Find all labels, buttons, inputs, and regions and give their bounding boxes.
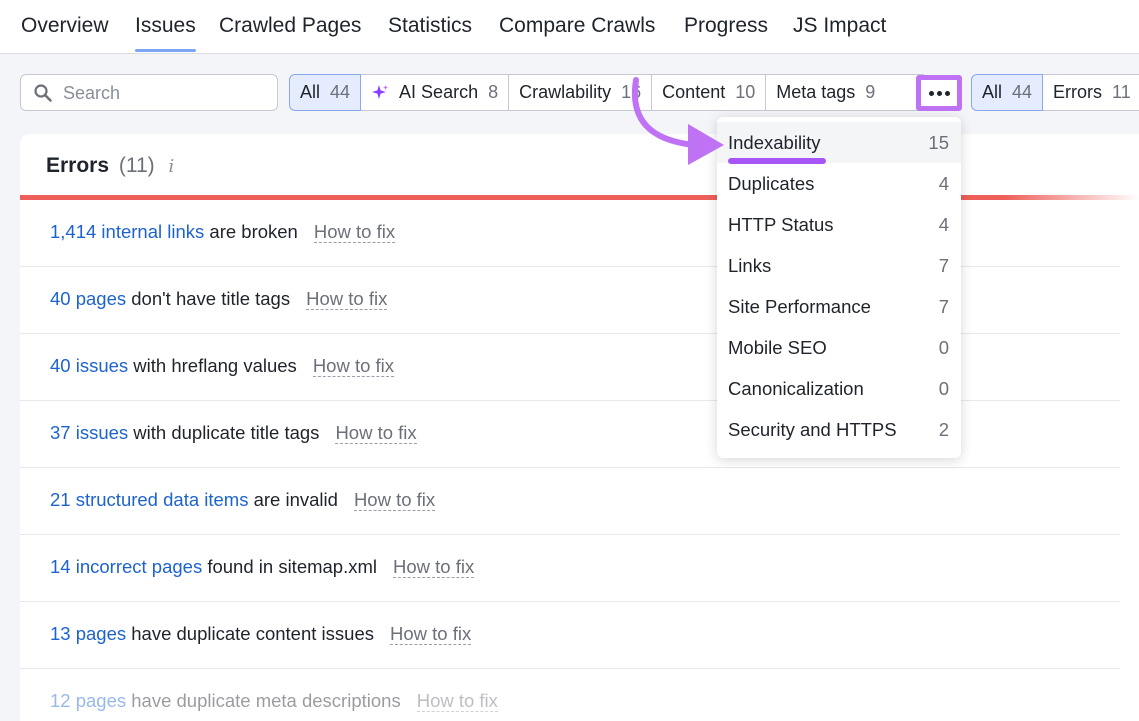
tab-issues[interactable]: Issues	[135, 14, 196, 52]
dropdown-item-indexability[interactable]: Indexability 15	[717, 122, 961, 164]
errors-card: Errors (11) i 1,414 internal links are b…	[20, 134, 1139, 721]
dropdown-item-count: 4	[938, 214, 949, 235]
issue-link[interactable]: 21 structured data items	[50, 489, 248, 510]
issue-link[interactable]: 1,414 internal links	[50, 221, 204, 242]
sparkle-icon	[372, 84, 389, 99]
errors-title: Errors (11) i	[46, 154, 174, 178]
issue-text: with hreflang values	[128, 355, 297, 376]
filter-ai-search[interactable]: AI Search 8	[361, 74, 510, 111]
more-filters-button[interactable]	[916, 75, 962, 111]
issue-text: are invalid	[248, 489, 338, 510]
info-icon[interactable]: i	[169, 156, 175, 177]
dropdown-item-count: 0	[938, 337, 949, 358]
top-nav: Overview Issues Crawled Pages Statistics…	[0, 0, 1139, 54]
dropdown-item-canonicalization[interactable]: Canonicalization 0	[717, 368, 961, 409]
error-row: 13 pages have duplicate content issues Ho…	[20, 602, 1120, 669]
filter-content-count: 10	[735, 82, 756, 102]
dropdown-item-count: 7	[938, 255, 949, 276]
filter-content-label: Content	[662, 82, 726, 102]
dropdown-item-label: Security and HTTPS	[728, 419, 897, 440]
dropdown-item-label: Site Performance	[728, 296, 871, 317]
dropdown-item-site-performance[interactable]: Site Performance 7	[717, 286, 961, 327]
issue-link[interactable]: 37 issues	[50, 422, 128, 443]
how-to-fix-link[interactable]: How to fix	[416, 690, 498, 712]
filter-content[interactable]: Content 10	[652, 74, 767, 111]
issue-link[interactable]: 14 incorrect pages	[50, 556, 202, 577]
issue-text: with duplicate title tags	[128, 422, 320, 443]
issue-text: have duplicate content issues	[126, 623, 374, 644]
filter-ai-search-label: AI Search	[399, 82, 479, 102]
search-icon	[34, 84, 52, 102]
dropdown-item-http-status[interactable]: HTTP Status 4	[717, 204, 961, 245]
severity-errors-count: 11	[1112, 82, 1131, 102]
filter-crawlability-count: 16	[621, 82, 642, 102]
severity-all-label: All	[982, 82, 1003, 102]
how-to-fix-link[interactable]: How to fix	[306, 288, 388, 310]
issue-text: found in sitemap.xml	[202, 556, 378, 577]
filter-crawlability-label: Crawlability	[519, 82, 612, 102]
severity-filter-group: All 44 Errors 11	[971, 74, 1139, 111]
filter-meta-tags-count: 9	[865, 82, 876, 102]
filter-crawlability[interactable]: Crawlability 16	[509, 74, 653, 111]
errors-title-label: Errors	[46, 154, 110, 177]
error-row: 12 pages have duplicate meta description…	[20, 669, 1120, 721]
dropdown-item-label: Duplicates	[728, 173, 815, 194]
search-input[interactable]: Search	[20, 74, 278, 111]
tab-js-impact[interactable]: JS Impact	[793, 14, 886, 38]
error-row: 21 structured data items are invalid How …	[20, 468, 1120, 535]
issue-link[interactable]: 12 pages	[50, 690, 126, 711]
tab-overview[interactable]: Overview	[21, 14, 109, 38]
dropdown-item-count: 7	[938, 296, 949, 317]
severity-errors[interactable]: Errors 11	[1043, 74, 1139, 111]
issue-link[interactable]: 40 issues	[50, 355, 128, 376]
how-to-fix-link[interactable]: How to fix	[335, 422, 417, 444]
errors-title-count: (11)	[118, 154, 155, 177]
dropdown-item-mobile-seo[interactable]: Mobile SEO 0	[717, 327, 961, 368]
filter-ai-search-count: 8	[488, 82, 499, 102]
search-placeholder: Search	[63, 83, 121, 103]
how-to-fix-link[interactable]: How to fix	[389, 623, 472, 645]
category-filter-group: All 44 AI Search 8 Crawlability 16 Conte…	[289, 74, 925, 111]
issue-text: don't have title tags	[126, 288, 291, 309]
how-to-fix-link[interactable]: How to fix	[393, 556, 475, 578]
filter-meta-tags-label: Meta tags	[776, 82, 856, 102]
issue-link[interactable]: 13 pages	[50, 623, 126, 644]
dropdown-item-label: HTTP Status	[728, 214, 834, 235]
error-row: 14 incorrect pages found in sitemap.xml H…	[20, 535, 1120, 602]
issue-text: have duplicate meta descriptions	[126, 690, 401, 711]
issue-text: are broken	[204, 221, 298, 242]
dropdown-item-label: Links	[728, 255, 772, 276]
filter-meta-tags[interactable]: Meta tags 9	[766, 74, 925, 111]
dropdown-item-count: 4	[938, 173, 949, 194]
dropdown-item-label: Indexability	[728, 132, 821, 153]
dropdown-item-count: 0	[938, 378, 949, 399]
severity-all-count: 44	[1012, 82, 1033, 102]
filter-all-count: 44	[330, 82, 351, 102]
dropdown-item-duplicates[interactable]: Duplicates 4	[717, 163, 961, 204]
how-to-fix-link[interactable]: How to fix	[313, 221, 396, 243]
more-horizontal-icon	[928, 90, 950, 96]
issue-link[interactable]: 40 pages	[50, 288, 126, 309]
dropdown-item-label: Mobile SEO	[728, 337, 827, 358]
how-to-fix-link[interactable]: How to fix	[312, 355, 395, 377]
filter-all-label: All	[300, 82, 321, 102]
dropdown-item-security-https[interactable]: Security and HTTPS 2	[717, 409, 961, 450]
tab-progress[interactable]: Progress	[684, 14, 768, 38]
severity-all[interactable]: All 44	[971, 74, 1044, 111]
tab-compare-crawls[interactable]: Compare Crawls	[499, 14, 655, 38]
how-to-fix-link[interactable]: How to fix	[353, 489, 436, 511]
severity-errors-label: Errors	[1053, 82, 1103, 102]
dropdown-item-label: Canonicalization	[728, 378, 864, 399]
dropdown-item-count: 2	[938, 419, 949, 440]
tab-statistics[interactable]: Statistics	[388, 14, 472, 38]
tab-crawled-pages[interactable]: Crawled Pages	[219, 14, 361, 38]
filter-all[interactable]: All 44	[289, 74, 362, 111]
dropdown-item-links[interactable]: Links 7	[717, 245, 961, 286]
dropdown-item-count: 15	[928, 132, 949, 153]
more-filters-dropdown: Indexability 15 Duplicates 4 HTTP Status…	[717, 117, 961, 458]
